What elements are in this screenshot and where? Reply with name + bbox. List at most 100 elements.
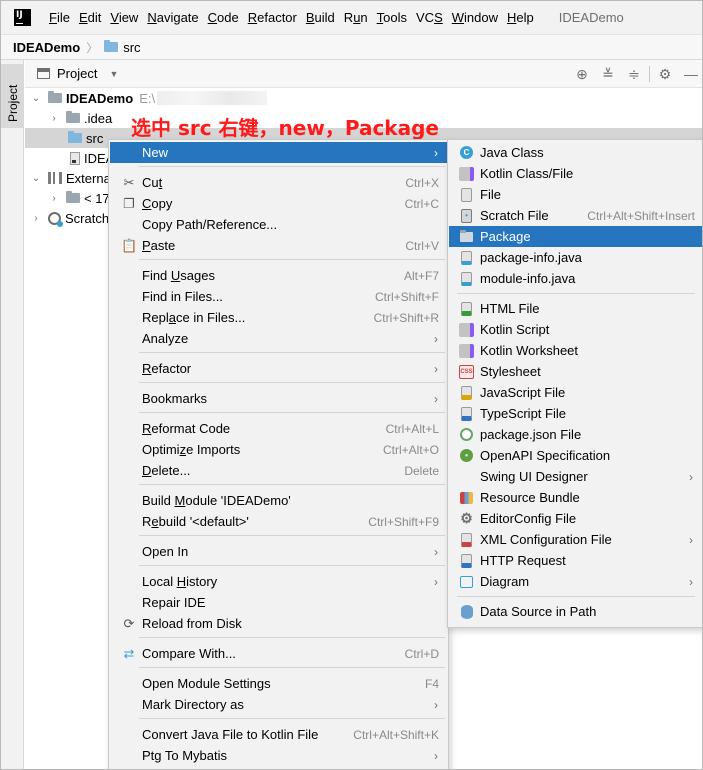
menu-item-analyze[interactable]: Analyze › — [110, 328, 447, 349]
submenu-label: Kotlin Worksheet — [480, 343, 579, 358]
gear-icon[interactable]: ⚙ — [652, 60, 678, 88]
submenu-item-scratch-file[interactable]: • Scratch File Ctrl+Alt+Shift+Insert — [449, 205, 702, 226]
chevron-down-icon[interactable]: ▼ — [109, 69, 118, 79]
menu-item-new[interactable]: New › — [110, 142, 447, 163]
chevron-right-icon: › — [434, 331, 438, 346]
submenu-item-file[interactable]: File — [449, 184, 702, 205]
tree-label-jdk: < 17 — [84, 190, 110, 206]
menu-item-copy[interactable]: ❐ Copy Ctrl+C — [110, 193, 447, 214]
menu-shortcut: Alt+F7 — [403, 268, 439, 283]
tool-window-strip: Project — [1, 60, 24, 769]
menu-item-delete[interactable]: Delete... Delete — [110, 460, 447, 481]
menu-item-rebuild[interactable]: Rebuild '<default>' Ctrl+Shift+F9 — [110, 511, 447, 532]
menu-divider — [139, 535, 445, 536]
chevron-right-icon[interactable]: › — [30, 213, 42, 224]
chevron-right-icon: › — [434, 361, 438, 376]
chevron-down-icon[interactable]: ⌄ — [30, 173, 42, 184]
menu-item-repair-ide[interactable]: Repair IDE — [110, 592, 447, 613]
menu-window[interactable]: Window — [448, 1, 502, 34]
submenu-item-resource-bundle[interactable]: Resource Bundle — [449, 487, 702, 508]
menu-item-build-module[interactable]: Build Module 'IDEADemo' — [110, 490, 447, 511]
submenu-item-module-info[interactable]: module-info.java — [449, 268, 702, 289]
menu-item-refactor[interactable]: Refactor › — [110, 358, 447, 379]
submenu-divider — [457, 596, 695, 597]
submenu-item-stylesheet[interactable]: CSS Stylesheet — [449, 361, 702, 382]
menu-navigate[interactable]: Navigate — [143, 1, 202, 34]
menu-label: Copy — [142, 196, 173, 211]
submenu-item-editorconfig[interactable]: ⚙ EditorConfig File — [449, 508, 702, 529]
api-file-icon — [461, 553, 472, 568]
menu-item-open-in[interactable]: Open In › — [110, 541, 447, 562]
menu-label: Mark Directory as — [142, 697, 244, 712]
menu-item-reload[interactable]: ⟳ Reload from Disk — [110, 613, 447, 634]
tree-row-root[interactable]: ⌄ IDEADemo E:\ — [25, 88, 702, 108]
submenu-divider — [457, 293, 695, 294]
menu-view[interactable]: View — [106, 1, 142, 34]
chevron-right-icon[interactable]: › — [48, 113, 60, 124]
menu-file[interactable]: File — [45, 1, 74, 34]
submenu-item-kotlin-class[interactable]: Kotlin Class/File — [449, 163, 702, 184]
submenu-item-kotlin-script[interactable]: Kotlin Script — [449, 319, 702, 340]
chevron-down-icon[interactable]: ⌄ — [30, 93, 42, 104]
project-tool-tab[interactable]: Project — [1, 64, 23, 128]
menu-item-convert-kotlin[interactable]: Convert Java File to Kotlin File Ctrl+Al… — [110, 724, 447, 745]
menu-item-compare[interactable]: ⇄ Compare With... Ctrl+D — [110, 643, 447, 664]
locate-icon[interactable]: ⊕ — [569, 60, 595, 88]
submenu-item-javascript[interactable]: JavaScript File — [449, 382, 702, 403]
submenu-item-http-request[interactable]: HTTP Request — [449, 550, 702, 571]
submenu-label: HTML File — [480, 301, 540, 316]
minimize-icon[interactable]: — — [678, 60, 702, 88]
annotation-text: 选中 src 右键，new，Package — [131, 116, 439, 140]
menu-item-find-usages[interactable]: Find Usages Alt+F7 — [110, 265, 447, 286]
menu-help[interactable]: Help — [503, 1, 538, 34]
menu-item-mark-directory[interactable]: Mark Directory as › — [110, 694, 447, 715]
submenu-item-data-source[interactable]: Data Source in Path — [449, 601, 702, 622]
submenu-item-openapi[interactable]: • OpenAPI Specification — [449, 445, 702, 466]
submenu-label: Diagram — [480, 574, 530, 589]
menu-code[interactable]: Code — [204, 1, 243, 34]
breadcrumb-project[interactable]: IDEADemo — [13, 40, 80, 55]
collapse-all-icon[interactable]: ≑ — [621, 60, 647, 88]
menu-label: Paste — [142, 238, 176, 253]
submenu-item-typescript[interactable]: TypeScript File — [449, 403, 702, 424]
resource-bundle-icon — [460, 491, 473, 504]
breadcrumb-src[interactable]: src — [123, 40, 140, 55]
compare-icon: ⇄ — [123, 645, 135, 661]
menu-shortcut: Ctrl+Alt+O — [382, 442, 439, 457]
html-file-icon — [461, 301, 472, 316]
menu-item-replace-in-files[interactable]: Replace in Files... Ctrl+Shift+R — [110, 307, 447, 328]
javascript-file-icon — [461, 385, 472, 400]
menu-refactor[interactable]: Refactor — [244, 1, 301, 34]
menu-item-cut[interactable]: ✂ Cut Ctrl+X — [110, 172, 447, 193]
submenu-item-html[interactable]: HTML File — [449, 298, 702, 319]
submenu-item-package[interactable]: Package — [449, 226, 702, 247]
submenu-item-package-json[interactable]: package.json File — [449, 424, 702, 445]
expand-all-icon[interactable]: ≚ — [595, 60, 621, 88]
menu-vcs[interactable]: VCS — [412, 1, 447, 34]
submenu-item-kotlin-worksheet[interactable]: Kotlin Worksheet — [449, 340, 702, 361]
menu-item-paste[interactable]: 📋 Paste Ctrl+V — [110, 235, 447, 256]
menu-item-copy-path[interactable]: Copy Path/Reference... — [110, 214, 447, 235]
panel-title[interactable]: Project — [57, 66, 97, 81]
submenu-label: Stylesheet — [480, 364, 541, 379]
menu-item-module-settings[interactable]: Open Module Settings F4 — [110, 673, 447, 694]
menu-tools[interactable]: Tools — [373, 1, 411, 34]
menu-item-ptg-mybatis[interactable]: Ptg To Mybatis › — [110, 745, 447, 766]
toolbar-divider — [649, 66, 650, 82]
menu-item-optimize-imports[interactable]: Optimize Imports Ctrl+Alt+O — [110, 439, 447, 460]
submenu-item-xml-config[interactable]: XML Configuration File › — [449, 529, 702, 550]
chevron-right-icon[interactable]: › — [48, 193, 60, 204]
menu-shortcut: Ctrl+Shift+R — [373, 310, 439, 325]
menu-label: Delete... — [142, 463, 191, 478]
menu-build[interactable]: Build — [302, 1, 339, 34]
submenu-item-java-class[interactable]: C Java Class — [449, 142, 702, 163]
submenu-item-package-info[interactable]: package-info.java — [449, 247, 702, 268]
menu-run[interactable]: Run — [340, 1, 372, 34]
menu-item-bookmarks[interactable]: Bookmarks › — [110, 388, 447, 409]
submenu-item-swing[interactable]: Swing UI Designer › — [449, 466, 702, 487]
menu-item-find-in-files[interactable]: Find in Files... Ctrl+Shift+F — [110, 286, 447, 307]
menu-item-reformat[interactable]: Reformat Code Ctrl+Alt+L — [110, 418, 447, 439]
menu-item-local-history[interactable]: Local History › — [110, 571, 447, 592]
menu-edit[interactable]: Edit — [75, 1, 105, 34]
submenu-item-diagram[interactable]: Diagram › — [449, 571, 702, 592]
